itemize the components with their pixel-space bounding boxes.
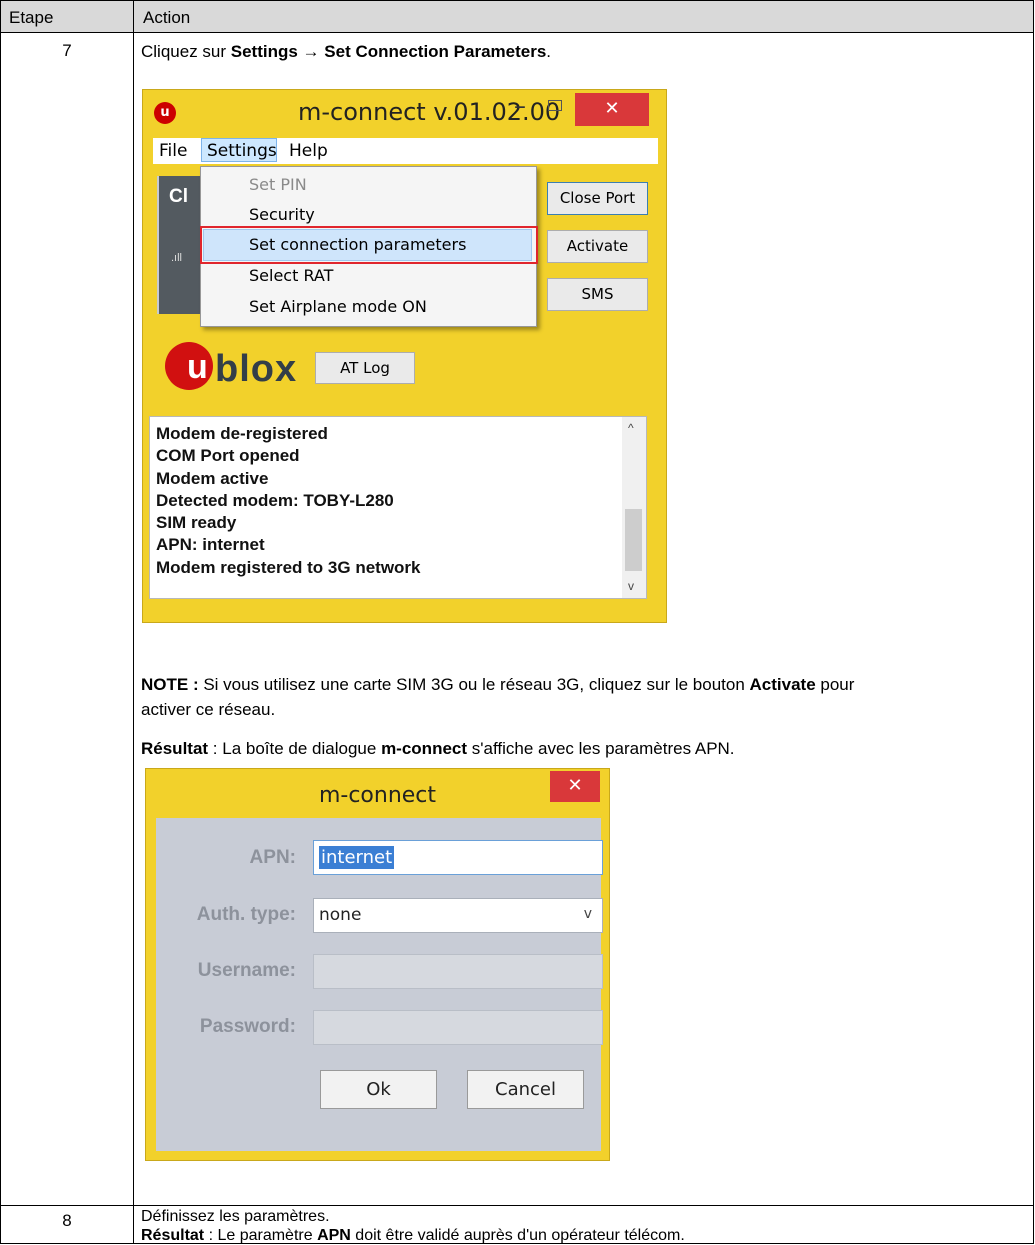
log-lines: Modem de-registered COM Port opened Mode… [156,423,421,579]
instruction-text: Cliquez sur [141,42,231,61]
password-label: Password: [199,1016,296,1037]
auth-type-value: none [319,905,362,925]
step-8-line-1: Définissez les paramètres. [141,1208,330,1225]
step-7-instruction: Cliquez sur Settings → Set Connection Pa… [141,41,551,62]
note-paragraph: NOTE : Si vous utilisez une carte SIM 3G… [141,674,854,695]
menu-item-security[interactable]: Security [249,205,315,224]
header-step: Etape [9,8,54,27]
menu-item-select-rat[interactable]: Select RAT [249,266,333,285]
apn-label: APN: [249,847,296,868]
app-logo-icon: u [154,102,176,124]
activate-button[interactable]: Activate [547,230,648,263]
column-divider [133,1,134,1243]
ublox-logo: u blox [165,342,315,390]
instruction-end: . [546,42,552,61]
menu-settings[interactable]: Settings [201,138,277,162]
result-label: Résultat [141,1227,205,1244]
ok-button[interactable]: Ok [320,1070,437,1109]
username-input[interactable] [313,954,603,989]
dialog-close-button[interactable]: ✕ [550,771,600,802]
note-button-name: Activate [749,675,816,694]
at-log-button[interactable]: AT Log [315,352,415,384]
table-header: Etape Action [1,1,1033,33]
log-line: Modem active [156,468,269,488]
result-text-end: s'affiche avec les paramètres APN. [467,739,735,758]
password-input[interactable] [313,1010,603,1045]
highlight-annotation-box [200,226,538,264]
status-text: Cl [169,186,188,207]
signal-icon: .ıll [171,252,182,264]
instruction-menu-path: Settings → Set Connection Parameters [230,42,547,61]
scroll-up-icon[interactable]: ^ [628,421,634,435]
event-log[interactable]: Modem de-registered COM Port opened Mode… [149,416,647,599]
apn-input[interactable]: internet [313,840,603,875]
ublox-logo-letter: u [187,348,208,386]
scroll-down-icon[interactable]: v [628,579,634,593]
minimize-button[interactable]: – [505,92,535,122]
menu-item-set-pin[interactable]: Set PIN [249,175,307,194]
note-label: NOTE : [141,675,199,694]
step-number-7: 7 [62,41,72,60]
log-line: APN: internet [156,535,265,555]
result-label: Résultat [141,739,209,758]
procedure-table: Etape Action 7 Cliquez sur Settings → Se… [0,0,1034,1244]
scroll-thumb[interactable] [625,509,642,571]
menu-file[interactable]: File [159,141,187,161]
title-bar: u m-connect v.01.02.00 – ✕ [143,90,666,136]
m-connect-main-window: u m-connect v.01.02.00 – ✕ File Settings… [142,89,667,623]
apn-value: internet [319,846,395,869]
auth-type-label: Auth. type: [196,904,296,925]
header-action: Action [143,8,191,27]
cancel-button[interactable]: Cancel [467,1070,584,1109]
chevron-down-icon: v [583,906,592,922]
log-line: Detected modem: TOBY-L280 [156,490,394,510]
menu-help[interactable]: Help [289,141,328,161]
log-line: Modem de-registered [156,424,328,443]
auth-type-select[interactable]: none v [313,898,603,933]
log-line: SIM ready [156,513,237,533]
m-connect-dialog: m-connect ✕ APN: internet Auth. type: no… [145,768,610,1161]
dialog-title: m-connect [318,783,437,808]
result-text-end: doit être validé auprès d'un opérateur t… [350,1227,685,1244]
menu-bar: File Settings Help [153,138,658,164]
ublox-logo-text: blox [215,348,298,390]
sms-button[interactable]: SMS [547,278,648,311]
result-text: : La boîte de dialogue [208,739,382,758]
maximize-button[interactable] [540,94,570,120]
result-text: : Le paramètre [204,1227,318,1244]
log-line: COM Port opened [156,446,300,466]
step-number-8: 8 [62,1211,72,1230]
note-text-end: pour [815,675,855,694]
result-paragraph-7: Résultat : La boîte de dialogue m-connec… [141,738,735,759]
note-line-2: activer ce réseau. [141,700,276,719]
close-button[interactable]: ✕ [575,93,649,126]
result-param-name: APN [317,1227,351,1244]
log-line: Modem registered to 3G network [156,557,421,577]
row-divider [1,1205,1033,1206]
result-paragraph-8: Résultat : Le paramètre APN doit être va… [141,1226,685,1245]
log-scrollbar[interactable]: ^ v [622,417,646,598]
maximize-icon [548,100,562,111]
note-text: Si vous utilisez une carte SIM 3G ou le … [198,675,750,694]
result-dialog-name: m-connect [381,739,468,758]
menu-item-airplane-mode[interactable]: Set Airplane mode ON [249,297,427,316]
close-port-button[interactable]: Close Port [547,182,648,215]
dialog-body: APN: internet Auth. type: none v Usernam… [156,818,603,1151]
username-label: Username: [197,960,296,981]
